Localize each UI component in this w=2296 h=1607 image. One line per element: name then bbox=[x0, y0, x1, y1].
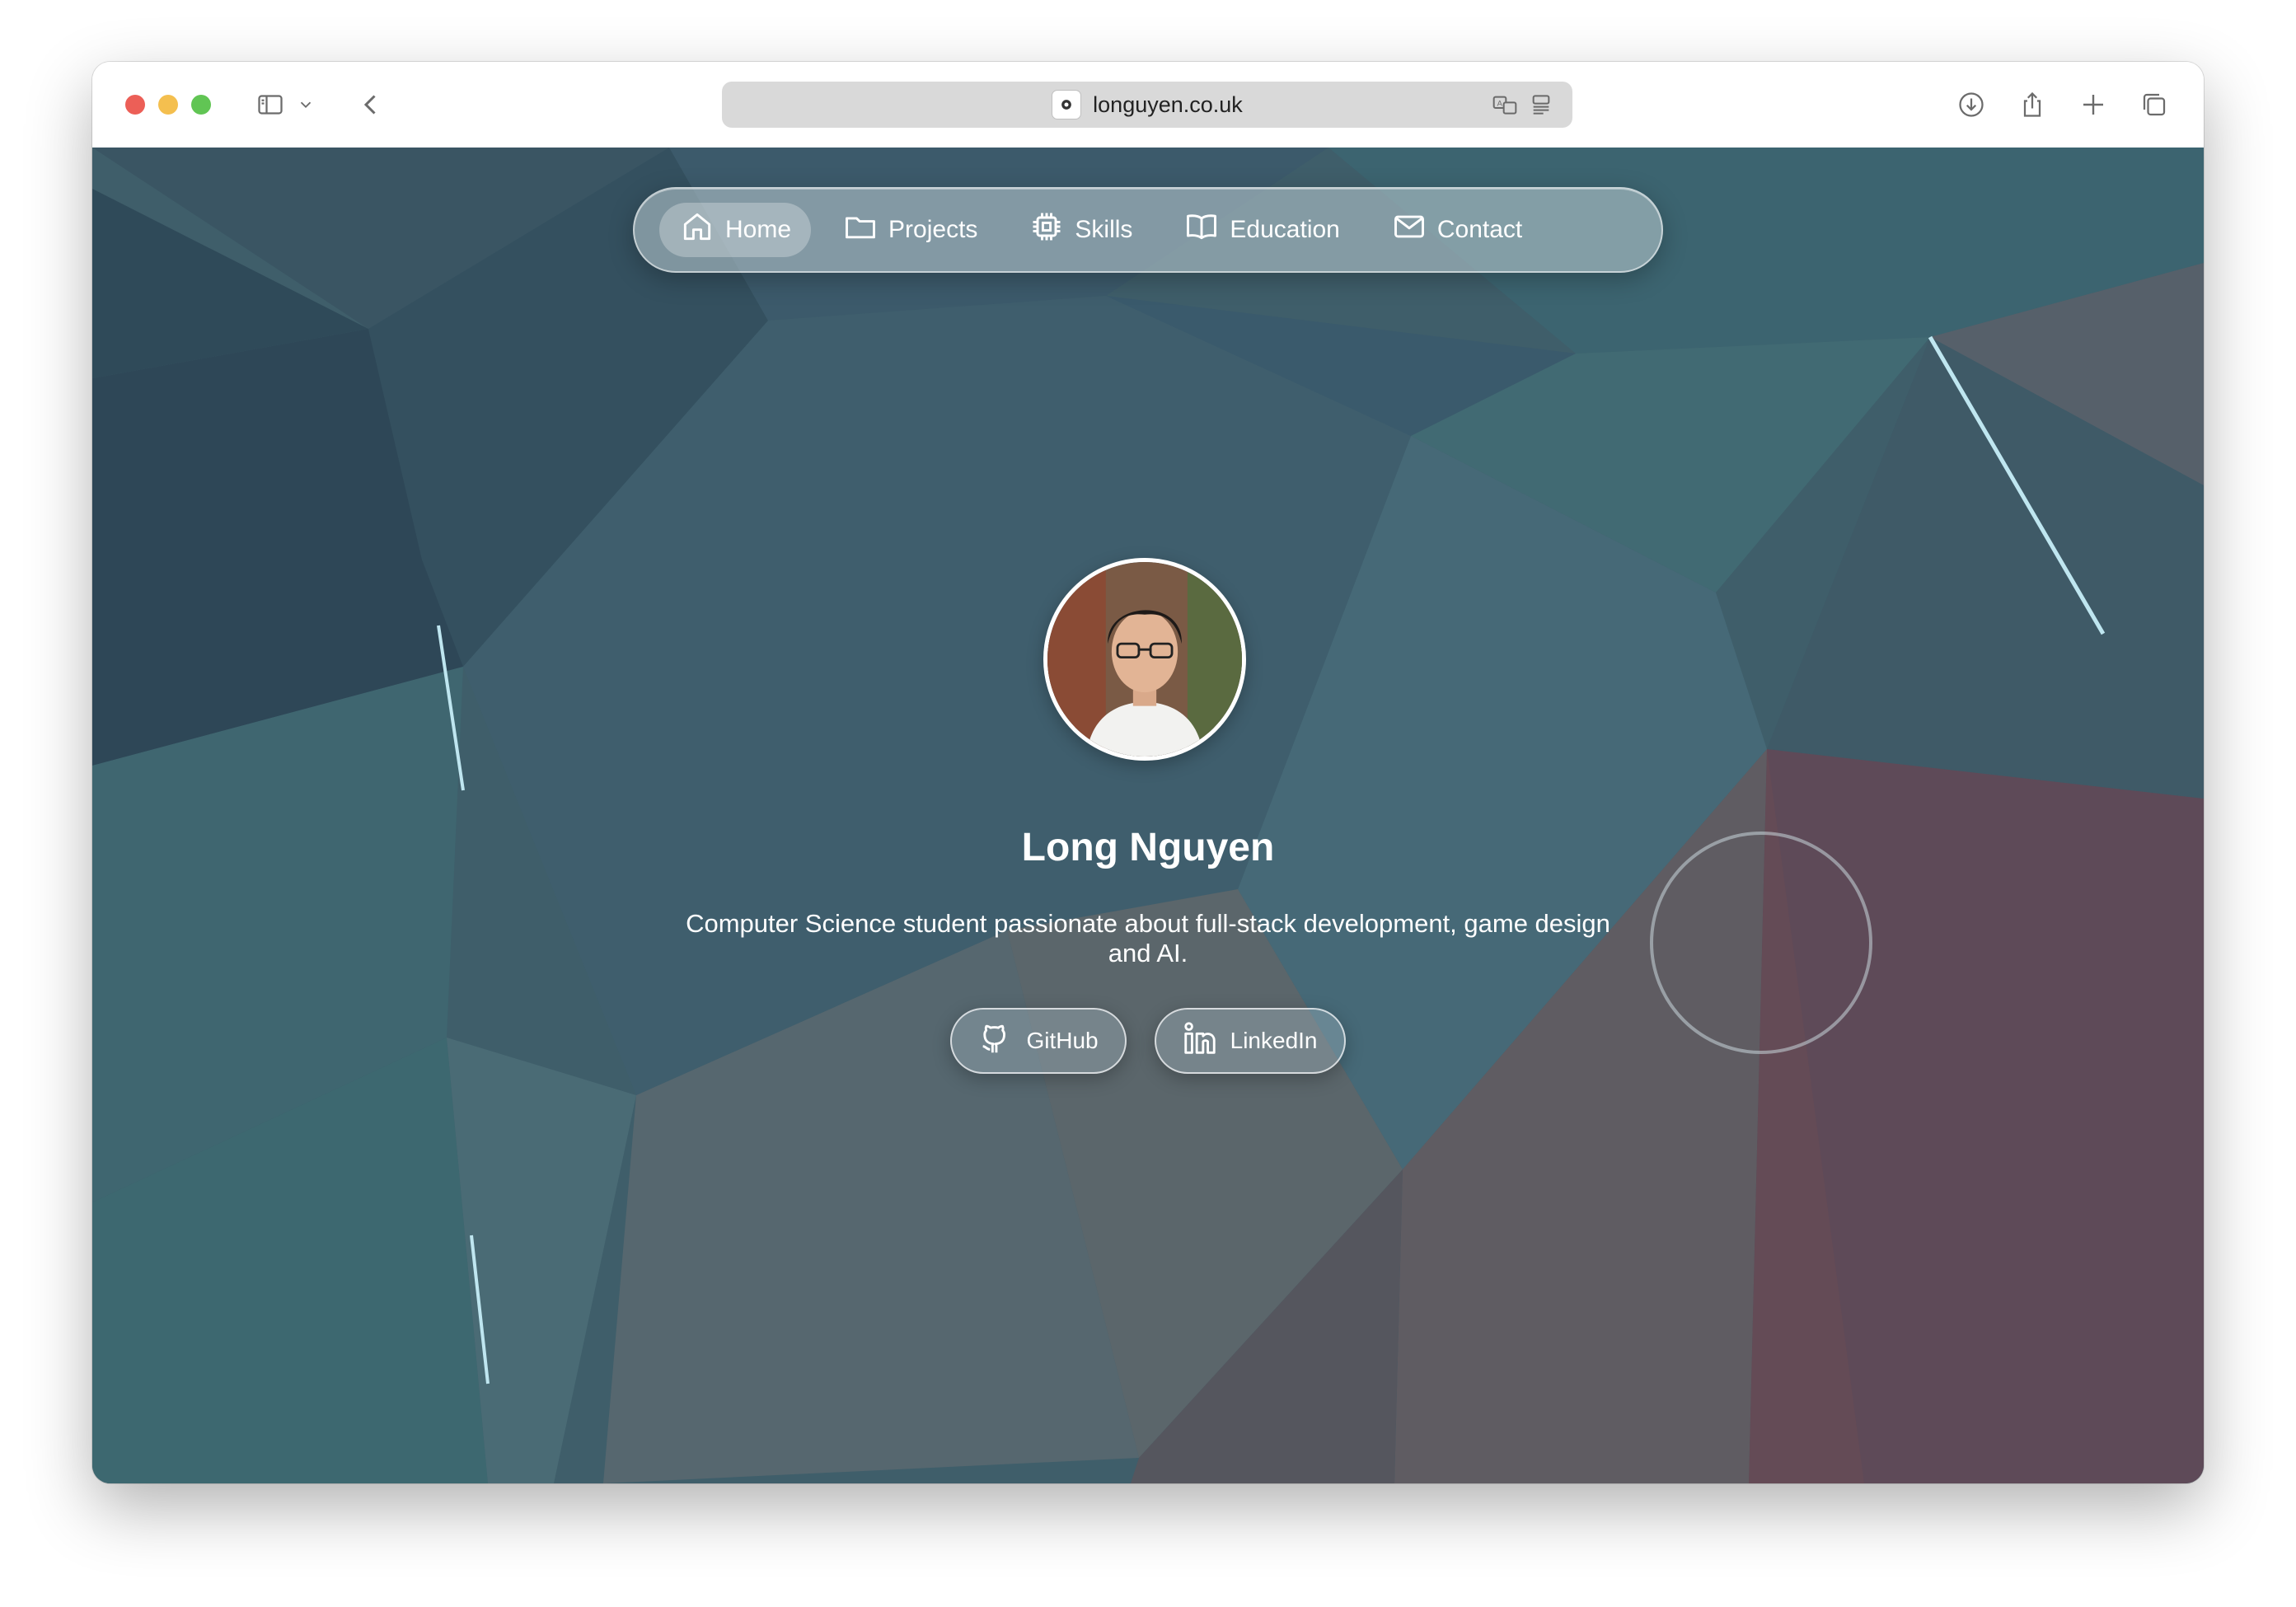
nav-education[interactable]: Education bbox=[1164, 203, 1359, 257]
linkedin-label: LinkedIn bbox=[1230, 1028, 1318, 1053]
linkedin-button[interactable]: LinkedIn bbox=[1154, 1008, 1346, 1074]
folder-icon bbox=[842, 208, 879, 251]
chevron-down-icon[interactable] bbox=[293, 87, 318, 123]
nav-contact-label: Contact bbox=[1436, 216, 1523, 243]
nav-home[interactable]: Home bbox=[659, 203, 812, 257]
new-tab-plus-icon[interactable] bbox=[2075, 87, 2111, 123]
reader-mode-icon[interactable] bbox=[1528, 91, 1554, 122]
close-window-button[interactable] bbox=[125, 95, 145, 115]
address-bar[interactable]: longuyen.co.uk A bbox=[722, 82, 1572, 128]
tab-overview-icon[interactable] bbox=[2136, 87, 2172, 123]
profile-bio: Computer Science student passionate abou… bbox=[686, 909, 1610, 967]
home-icon bbox=[679, 208, 715, 251]
download-icon[interactable] bbox=[1953, 87, 1989, 123]
nav-skills[interactable]: Skills bbox=[1009, 203, 1152, 257]
chip-icon bbox=[1029, 208, 1065, 251]
profile-name: Long Nguyen bbox=[1021, 826, 1275, 869]
nav-projects[interactable]: Projects bbox=[822, 203, 997, 257]
back-arrow-icon[interactable] bbox=[353, 87, 389, 123]
nav-contact[interactable]: Contact bbox=[1371, 203, 1542, 257]
profile-avatar bbox=[1043, 558, 1246, 761]
nav-projects-label: Projects bbox=[888, 216, 978, 243]
low-poly-background bbox=[92, 148, 2204, 1483]
nav-education-label: Education bbox=[1230, 216, 1340, 243]
url-text: longuyen.co.uk bbox=[1093, 91, 1243, 117]
browser-toolbar: longuyen.co.uk A bbox=[92, 62, 2204, 148]
share-icon[interactable] bbox=[2014, 87, 2050, 123]
github-icon bbox=[977, 1019, 1014, 1063]
translate-icon[interactable]: A bbox=[1492, 91, 1518, 122]
nav-skills-label: Skills bbox=[1075, 216, 1133, 243]
browser-window: longuyen.co.uk A Home Projects Skills Ed… bbox=[92, 62, 2204, 1483]
svg-text:A: A bbox=[1497, 99, 1503, 107]
site-favicon-icon bbox=[1052, 90, 1082, 119]
github-button[interactable]: GitHub bbox=[950, 1008, 1127, 1074]
linkedin-icon bbox=[1181, 1019, 1219, 1063]
main-nav: Home Projects Skills Education Contact bbox=[633, 187, 1663, 273]
page-content: Home Projects Skills Education Contact L… bbox=[92, 148, 2204, 1483]
mail-icon bbox=[1391, 208, 1427, 251]
github-label: GitHub bbox=[1026, 1028, 1099, 1053]
book-icon bbox=[1183, 208, 1220, 251]
nav-home-label: Home bbox=[725, 216, 792, 243]
sidebar-toggle-icon[interactable] bbox=[252, 87, 288, 123]
minimize-window-button[interactable] bbox=[158, 95, 178, 115]
social-links: GitHub LinkedIn bbox=[92, 1008, 2204, 1074]
maximize-window-button[interactable] bbox=[191, 95, 211, 115]
